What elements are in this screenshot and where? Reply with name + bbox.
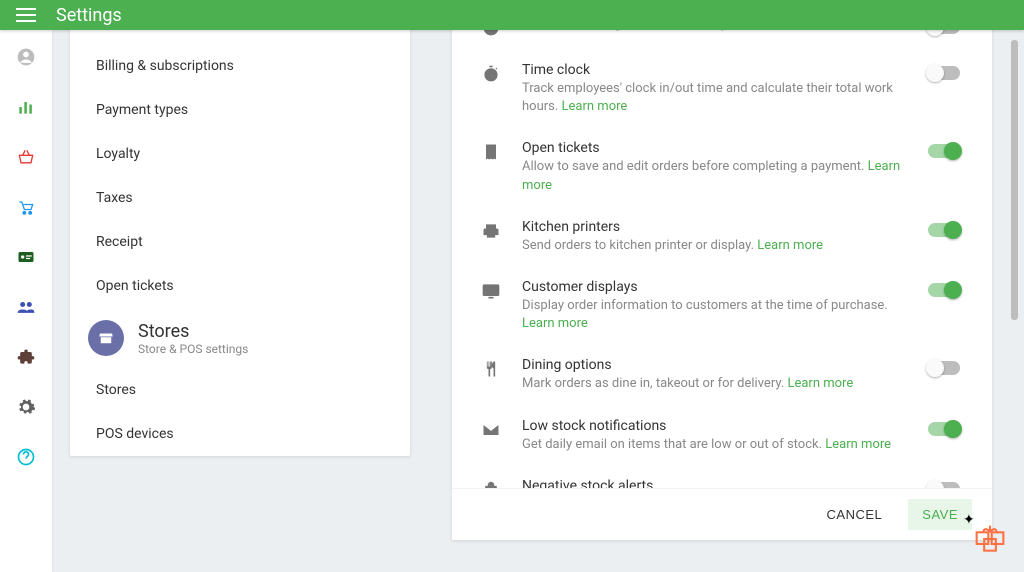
option-title: Low stock notifications [522,418,908,434]
sidebar-item[interactable]: Loyalty [70,132,410,176]
sidebar-item[interactable]: Receipt [70,220,410,264]
option-desc: Allow to save and edit orders before com… [522,158,908,194]
option-toggle[interactable] [928,418,964,436]
option-row: Dining options Mark orders as dine in, ta… [480,345,964,405]
basket-icon[interactable] [15,146,37,168]
main-panel: Track cash that goes in and out of your … [452,0,992,540]
option-toggle[interactable] [928,140,964,158]
sidebar-item[interactable]: Taxes [70,176,410,220]
option-desc: Mark orders as dine in, takeout or for d… [522,375,908,393]
store-icon [88,320,124,356]
mail-icon [480,418,502,440]
footer-actions: CANCEL SAVE [452,488,992,540]
left-rail [0,30,52,572]
section-subtitle: Store & POS settings [138,342,248,356]
cart-icon[interactable] [15,196,37,218]
option-title: Kitchen printers [522,219,908,235]
cancel-button[interactable]: CANCEL [813,499,897,530]
help-icon[interactable] [15,446,37,468]
people-icon[interactable] [15,296,37,318]
option-row: Kitchen printers Send orders to kitchen p… [480,207,964,267]
option-title: Time clock [522,62,908,78]
dining-icon [480,357,502,379]
section-title: Stores [138,321,248,342]
gear-icon[interactable] [15,396,37,418]
menu-icon[interactable] [16,8,36,22]
option-row: Time clock Track employees' clock in/out … [480,50,964,128]
receipt-icon [480,140,502,162]
printer-icon [480,219,502,241]
sidebar-item[interactable]: Billing & subscriptions [70,44,410,88]
option-desc: Track employees' clock in/out time and c… [522,80,908,116]
option-title: Dining options [522,357,908,373]
option-desc: Get daily email on items that are low or… [522,436,908,454]
gift-icon[interactable] [970,514,1010,558]
page-title: Settings [56,5,122,26]
bag-alert-icon [480,478,502,488]
option-toggle[interactable] [928,279,964,297]
option-desc: Display order information to customers a… [522,297,908,333]
save-button[interactable]: SAVE [908,499,972,530]
learn-more-link[interactable]: Learn more [757,238,823,253]
settings-side-panel: FeaturesBilling & subscriptionsPayment t… [70,0,410,456]
learn-more-link[interactable]: Learn more [787,376,853,391]
option-title: Customer displays [522,279,908,295]
sidebar-item[interactable]: Open tickets [70,264,410,308]
sidebar-item[interactable]: Payment types [70,88,410,132]
option-toggle[interactable] [928,219,964,237]
chart-icon[interactable] [15,96,37,118]
sidebar-item[interactable]: POS devices [70,412,410,456]
option-desc: Send orders to kitchen printer or displa… [522,237,908,255]
learn-more-link[interactable]: Learn more [562,99,628,114]
option-row: Customer displays Display order informati… [480,267,964,345]
display-icon [480,279,502,301]
learn-more-link[interactable]: Learn more [825,437,891,452]
option-title: Open tickets [522,140,908,156]
sidebar-item[interactable]: Stores [70,368,410,412]
main-scrollbar[interactable] [1011,40,1018,320]
option-row: Low stock notifications Get daily email o… [480,406,964,466]
option-toggle[interactable] [928,357,964,375]
option-row: Open tickets Allow to save and edit order… [480,128,964,206]
stopwatch-icon [480,62,502,84]
learn-more-link[interactable]: Learn more [522,159,900,192]
topbar: Settings [0,0,1024,30]
learn-more-link[interactable]: Learn more [522,316,588,331]
option-title: Negative stock alerts [522,478,908,488]
puzzle-icon[interactable] [15,346,37,368]
section-stores[interactable]: Stores Store & POS settings [70,308,410,368]
profile-icon[interactable] [15,46,37,68]
option-toggle[interactable] [928,62,964,80]
option-toggle[interactable] [928,478,964,488]
option-row: Negative stock alertsWarn cashiers attem… [480,466,964,488]
badge-icon[interactable] [15,246,37,268]
